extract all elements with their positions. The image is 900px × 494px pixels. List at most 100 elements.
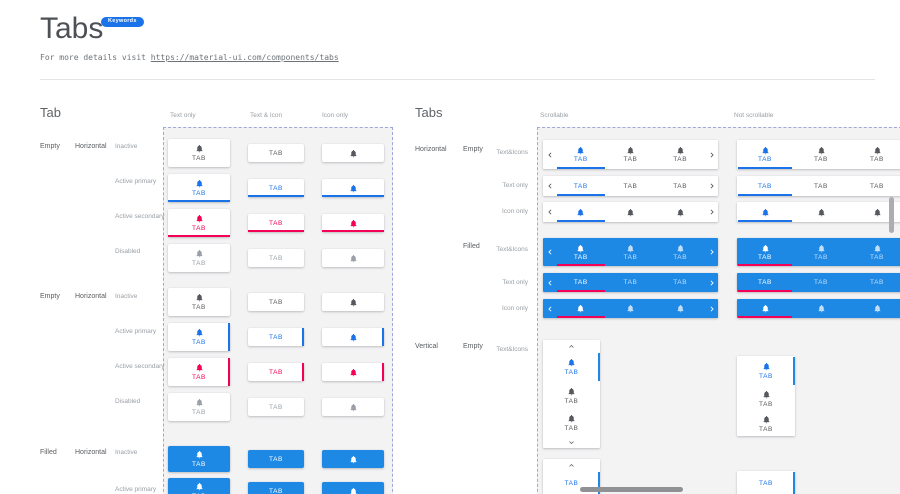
tab-active[interactable]: TAB [737,238,793,266]
tab-cell-active-primary[interactable]: TAB [248,179,304,197]
chevron-right-icon[interactable] [705,299,718,318]
tab-cell-inactive[interactable]: TAB [168,139,230,167]
tab-cell-disabled[interactable]: TAB [168,244,230,272]
vertical-scrollbar-thumb[interactable] [889,197,894,233]
tab-cell-filled[interactable]: TAB [248,450,304,468]
chevron-right-icon[interactable] [705,176,718,196]
tab-cell-filled[interactable] [322,482,384,494]
tab[interactable]: TAB [655,273,705,292]
tab[interactable]: TAB [793,238,849,266]
row-label: Active secondary [115,363,165,370]
tab-active[interactable]: TAB [737,356,795,386]
tab[interactable]: TAB [737,386,795,411]
chevron-right-icon[interactable] [705,202,718,222]
tab-active[interactable]: TAB [556,238,606,266]
tab[interactable]: TAB [849,176,900,196]
tab-active[interactable]: TAB [556,140,606,169]
chevron-left-icon[interactable] [543,140,556,169]
tab-cell-inactive[interactable]: TAB [168,288,230,316]
chevron-right-icon[interactable] [705,273,718,292]
tab[interactable]: TAB [793,140,849,169]
tab[interactable] [606,202,656,222]
tab-active[interactable] [737,299,793,318]
tab[interactable]: TAB [543,410,600,436]
tab-active[interactable]: TAB [556,176,606,196]
chevron-left-icon[interactable] [543,202,556,222]
tab-cell-active-secondary[interactable]: TAB [168,209,230,237]
bell-icon [873,244,882,253]
tab-active[interactable]: TAB [737,176,793,196]
tab-cell-active-secondary[interactable]: TAB [168,358,230,386]
tab-cell-disabled[interactable] [322,398,384,416]
tab[interactable] [655,299,705,318]
chevron-right-icon[interactable] [705,238,718,266]
row-label: Icon only [468,208,528,215]
tab-active[interactable]: TAB [737,471,795,494]
horizontal-scrollbar-thumb[interactable] [580,487,683,492]
tab-cell-disabled[interactable]: TAB [168,393,230,421]
bell-icon [817,304,826,313]
chevron-up-icon[interactable] [543,340,600,352]
tab-cell-active-primary[interactable]: TAB [168,174,230,202]
tab-active[interactable] [556,202,606,222]
tab-cell-active-primary[interactable] [322,179,384,197]
tab[interactable] [606,299,656,318]
tab-cell-active-secondary[interactable]: TAB [248,363,304,381]
tab-cell-filled[interactable] [322,450,384,468]
tab-cell-active-secondary[interactable]: TAB [248,214,304,232]
chevron-right-icon[interactable] [705,140,718,169]
tab-active[interactable] [556,299,606,318]
tab[interactable] [849,299,900,318]
tab-active[interactable] [737,202,793,222]
tab[interactable]: TAB [655,176,705,196]
tab-active[interactable]: TAB [737,140,793,169]
chevron-left-icon[interactable] [543,176,556,196]
tab[interactable] [655,202,705,222]
tab-active[interactable]: TAB [556,273,606,292]
chevron-up-icon[interactable] [543,459,600,471]
tab[interactable]: TAB [606,238,656,266]
chevron-left-icon[interactable] [543,238,556,266]
tab[interactable]: TAB [737,411,795,436]
tab-active[interactable]: TAB [737,273,793,292]
tab-cell-active-secondary[interactable] [322,214,384,232]
tab-cell-active-secondary[interactable] [322,363,384,381]
tab[interactable]: TAB [793,176,849,196]
docs-link[interactable]: https://material-ui.com/components/tabs [151,53,339,62]
tab-cell-inactive[interactable]: TAB [248,144,304,162]
tab-cell-filled[interactable]: TAB [168,446,230,472]
tab-cell-active-primary[interactable]: TAB [168,323,230,351]
tab[interactable]: TAB [849,238,900,266]
group-orientation-label: Horizontal [415,146,447,153]
tab-cell-filled[interactable]: TAB [168,478,230,494]
tab-cell-inactive[interactable]: TAB [248,293,304,311]
tab[interactable] [793,202,849,222]
tab[interactable]: TAB [655,140,705,169]
tab[interactable] [793,299,849,318]
tab[interactable]: TAB [606,273,656,292]
tab-cell-disabled[interactable]: TAB [248,398,304,416]
tab[interactable]: TAB [849,273,900,292]
tab[interactable]: TAB [655,238,705,266]
tab-label: TAB [814,183,828,190]
row-label: Disabled [115,248,140,255]
tab-cell-inactive[interactable] [322,293,384,311]
tab-cell-inactive[interactable] [322,144,384,162]
tab-label: TAB [673,156,687,163]
tab-label: TAB [758,254,772,261]
tab-cell-active-primary[interactable] [322,328,384,346]
tab-cell-active-primary[interactable]: TAB [248,328,304,346]
bell-icon [676,208,685,217]
tab-cell-disabled[interactable]: TAB [248,249,304,267]
tab[interactable]: TAB [543,382,600,410]
tab[interactable]: TAB [793,273,849,292]
tab[interactable]: TAB [849,140,900,169]
tab[interactable]: TAB [606,176,656,196]
tab[interactable]: TAB [606,140,656,169]
chevron-down-icon[interactable] [543,436,600,448]
chevron-left-icon[interactable] [543,273,556,292]
tab-cell-filled[interactable]: TAB [248,482,304,494]
tab-cell-disabled[interactable] [322,249,384,267]
chevron-left-icon[interactable] [543,299,556,318]
tab-active[interactable]: TAB [543,352,600,382]
